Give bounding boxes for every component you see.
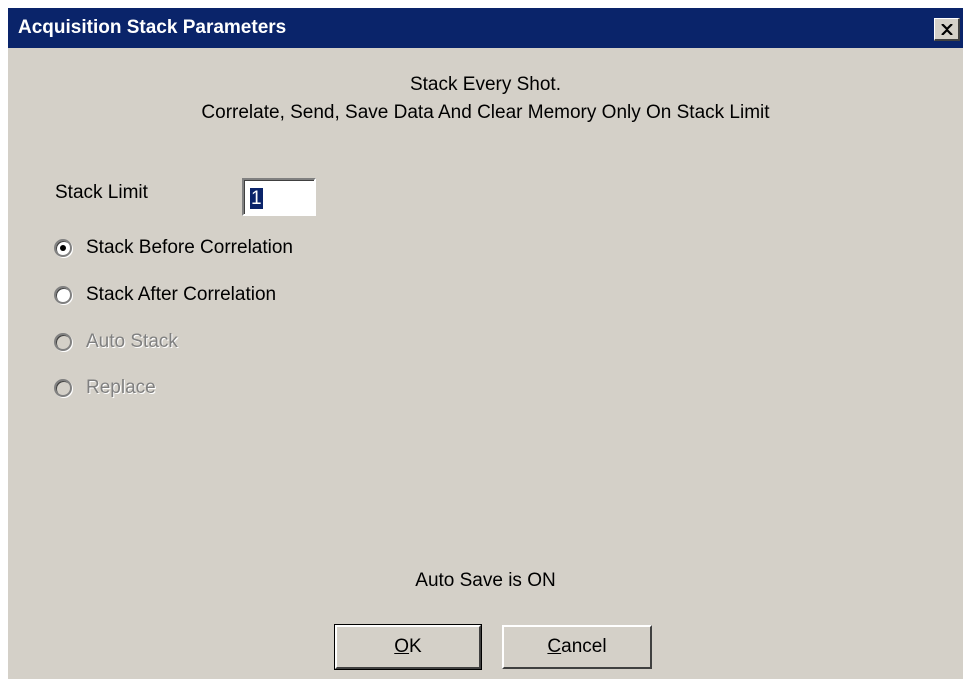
ok-button[interactable]: OK: [334, 624, 482, 670]
header-line-1: Stack Every Shot.: [409, 74, 561, 95]
radio-indicator: [54, 333, 72, 351]
radio-checked-indicator: [54, 239, 72, 257]
radio-label: Auto Stack: [86, 331, 178, 352]
window-title: Acquisition Stack Parameters: [18, 17, 287, 38]
close-button[interactable]: [934, 18, 960, 41]
stack-limit-label: Stack Limit: [55, 182, 148, 203]
auto-save-status: Auto Save is ON: [415, 570, 556, 591]
radio-label: Replace: [86, 377, 156, 398]
cancel-button-label: Cancel: [547, 636, 607, 657]
radio-stack-before-correlation[interactable]: Stack Before Correlation: [54, 235, 293, 261]
stack-limit-input[interactable]: 1: [242, 178, 316, 216]
radio-indicator: [54, 286, 72, 304]
title-bar[interactable]: Acquisition Stack Parameters: [8, 8, 963, 48]
header-line-2: Correlate, Send, Save Data And Clear Mem…: [201, 102, 770, 123]
radio-replace: Replace: [54, 375, 156, 401]
radio-stack-after-correlation[interactable]: Stack After Correlation: [54, 282, 276, 308]
close-icon: [940, 23, 953, 35]
radio-indicator: [54, 379, 72, 397]
ok-button-label: OK: [394, 636, 422, 657]
radio-label: Stack After Correlation: [86, 284, 277, 305]
dialog-window: Acquisition Stack Parameters Stack Every…: [6, 6, 963, 679]
cancel-button[interactable]: Cancel: [502, 625, 652, 669]
stack-limit-value: 1: [250, 188, 263, 209]
radio-label: Stack Before Correlation: [86, 237, 293, 258]
radio-auto-stack: Auto Stack: [54, 329, 178, 355]
